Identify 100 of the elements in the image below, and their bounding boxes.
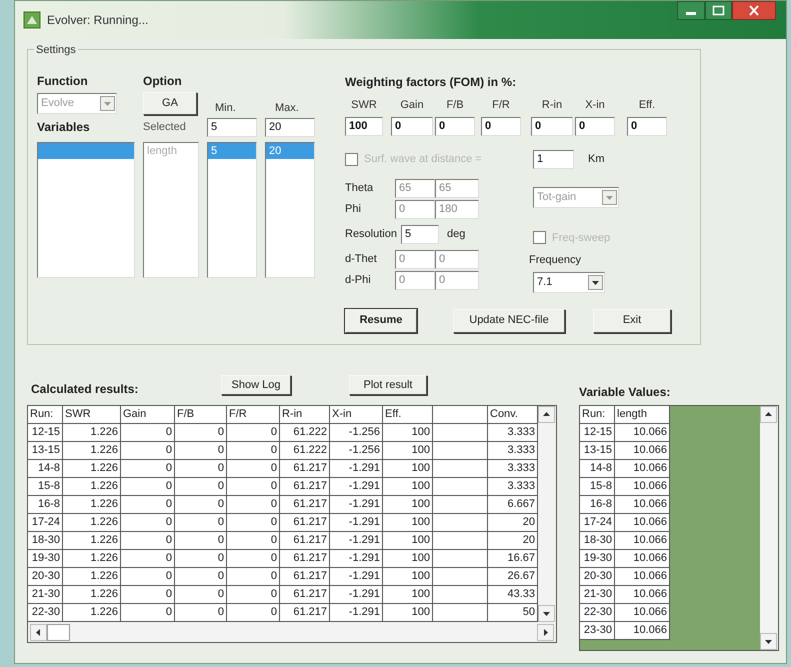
empty-cell <box>433 586 488 604</box>
table-cell: 1.226 <box>63 550 121 568</box>
table-cell: 15-8 <box>28 478 63 496</box>
table-cell: 61.217 <box>280 514 330 532</box>
weight-field[interactable]: 0 <box>531 116 573 136</box>
table-cell: 0 <box>227 532 280 550</box>
angle-field[interactable]: 0 <box>435 250 479 268</box>
max-field[interactable]: 20 <box>265 118 315 136</box>
column-header: length <box>615 406 670 424</box>
weight-field[interactable]: 0 <box>575 116 615 136</box>
table-cell: 0 <box>227 442 280 460</box>
table-cell: 61.222 <box>280 442 330 460</box>
vertical-scrollbar[interactable] <box>538 406 556 622</box>
table-cell: 12-15 <box>580 424 615 442</box>
angle-field[interactable]: 0 <box>395 270 435 290</box>
scroll-left-icon[interactable] <box>30 624 70 640</box>
table-cell: 61.217 <box>280 532 330 550</box>
column-header: F/B <box>175 406 227 424</box>
angle-field[interactable]: 65 <box>435 178 479 198</box>
table-cell: 61.217 <box>280 460 330 478</box>
table-cell: 10.066 <box>615 424 670 442</box>
table-cell: 1.226 <box>63 460 121 478</box>
frequency-dropdown[interactable]: 7.1 <box>533 272 605 292</box>
table-cell: 0 <box>121 568 175 586</box>
min-field[interactable]: 5 <box>207 118 257 136</box>
table-cell: 17-24 <box>580 514 615 532</box>
resolution-field[interactable]: 5 <box>400 224 439 244</box>
show-log-button[interactable]: Show Log <box>221 375 291 395</box>
option-button[interactable]: GA <box>143 92 197 114</box>
column-label: Max. <box>274 100 300 116</box>
weight-field[interactable]: 0 <box>627 116 667 136</box>
angle-field[interactable]: 0 <box>395 250 435 268</box>
column-label: F/R <box>491 98 511 113</box>
table-cell: 12-15 <box>28 424 63 442</box>
angle-field[interactable]: 180 <box>435 200 479 218</box>
table-cell: 1.226 <box>63 514 121 532</box>
minimize-icon[interactable] <box>677 1 705 20</box>
table-cell: 16-8 <box>28 496 63 514</box>
horizontal-scrollbar[interactable] <box>28 622 556 642</box>
scroll-up-icon[interactable] <box>538 406 555 423</box>
column-header: SWR <box>63 406 121 424</box>
maximize-icon[interactable] <box>705 1 732 20</box>
table-cell: 10.066 <box>615 460 670 478</box>
table-cell: 20-30 <box>580 568 615 586</box>
table-cell: 0 <box>121 424 175 442</box>
field-label: d-Thet <box>345 252 378 267</box>
column-label: Min. <box>214 100 237 116</box>
table-cell: -1.291 <box>330 568 383 586</box>
column-label: R-in <box>540 98 564 113</box>
close-icon[interactable] <box>732 1 776 20</box>
table-cell: 0 <box>121 442 175 460</box>
table-cell: 61.217 <box>280 568 330 586</box>
field-label: Theta <box>345 180 374 196</box>
table-cell: 100 <box>383 424 433 442</box>
table-cell: 0 <box>227 478 280 496</box>
column-header: F/R <box>227 406 280 424</box>
field-label: Phi <box>345 202 362 217</box>
column-header: Run: <box>580 406 615 424</box>
table-cell: 0 <box>227 460 280 478</box>
table-cell: 61.217 <box>280 478 330 496</box>
scroll-right-icon[interactable] <box>537 624 554 640</box>
column-header: X-in <box>330 406 383 424</box>
plot-result-button[interactable]: Plot result <box>349 375 427 395</box>
vertical-scrollbar[interactable] <box>760 406 778 650</box>
section-heading: Option <box>143 73 183 90</box>
dialog-button[interactable]: Update NEC-file <box>453 308 565 332</box>
weight-field[interactable]: 100 <box>345 116 383 136</box>
weight-field[interactable]: 0 <box>481 116 521 136</box>
scroll-down-icon[interactable] <box>760 633 777 650</box>
table-cell: 100 <box>383 568 433 586</box>
table-cell: 1.226 <box>63 532 121 550</box>
weight-field[interactable]: 0 <box>391 116 433 136</box>
table-cell: 0 <box>121 550 175 568</box>
column-label: Gain <box>399 98 425 113</box>
empty-cell <box>433 532 488 550</box>
table-cell: -1.291 <box>330 586 383 604</box>
table-cell: 19-30 <box>580 550 615 568</box>
scroll-up-icon[interactable] <box>760 406 777 423</box>
angle-field[interactable]: 65 <box>395 178 435 198</box>
table-cell: 18-30 <box>580 532 615 550</box>
variables-list[interactable] <box>37 142 135 278</box>
table-cell: 1.226 <box>63 496 121 514</box>
empty-cell <box>433 568 488 586</box>
table-cell: 16-8 <box>580 496 615 514</box>
dialog-button[interactable]: Resume <box>345 308 417 332</box>
group-title: Settings <box>34 42 78 58</box>
table-cell: 61.217 <box>280 586 330 604</box>
table-cell: 10.066 <box>615 478 670 496</box>
empty-cell <box>433 442 488 460</box>
table-cell: 20-30 <box>28 568 63 586</box>
weight-field[interactable]: 0 <box>435 116 475 136</box>
table-cell: 0 <box>227 550 280 568</box>
column-label: X-in <box>584 98 606 113</box>
table-cell: 0 <box>227 496 280 514</box>
scroll-down-icon[interactable] <box>538 605 555 622</box>
angle-field[interactable]: 0 <box>435 270 479 290</box>
table-cell: 100 <box>383 514 433 532</box>
table-cell: 0 <box>121 496 175 514</box>
angle-field[interactable]: 0 <box>395 200 435 218</box>
dialog-button[interactable]: Exit <box>593 308 671 332</box>
